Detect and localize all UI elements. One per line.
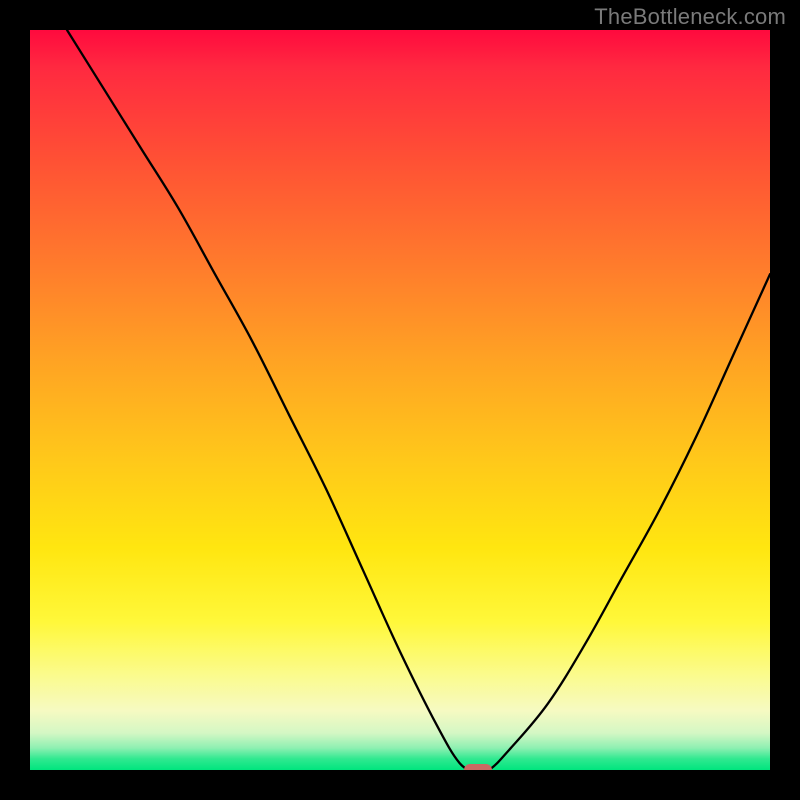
bottleneck-curve <box>30 30 770 770</box>
chart-frame: TheBottleneck.com <box>0 0 800 800</box>
plot-area <box>30 30 770 770</box>
curve-path <box>67 30 770 770</box>
watermark-text: TheBottleneck.com <box>594 4 786 30</box>
optimum-marker <box>464 764 492 770</box>
